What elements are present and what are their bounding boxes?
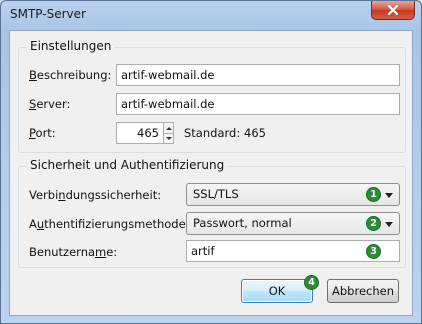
settings-legend: Einstellungen — [27, 39, 115, 53]
port-input[interactable]: 465 — [116, 122, 164, 144]
dialog-content: Einstellungen Beschreibung: artif-webmai… — [9, 30, 413, 316]
username-label: Benutzername: — [29, 245, 118, 259]
security-group: Sicherheit und Authentifizierung Verbind… — [18, 158, 406, 268]
standard-label: Standard: — [184, 126, 241, 140]
settings-group: Einstellungen Beschreibung: artif-webmai… — [18, 39, 406, 153]
spin-down-button[interactable] — [164, 133, 173, 143]
server-label: Server: — [29, 97, 71, 111]
auth-method-value: Passwort, normal — [193, 216, 292, 230]
window-title: SMTP-Server — [10, 7, 86, 21]
title-bar[interactable]: SMTP-Server — [1, 1, 421, 29]
chevron-down-icon — [165, 137, 172, 140]
security-legend: Sicherheit und Authentifizierung — [27, 158, 228, 172]
port-label: Port: — [29, 126, 56, 140]
close-button[interactable] — [371, 1, 415, 20]
spin-up-button[interactable] — [164, 123, 173, 133]
close-icon — [387, 4, 399, 16]
standard-port-value: 465 — [244, 126, 266, 140]
dialog-window: SMTP-Server Einstellungen Beschreibung: … — [0, 0, 422, 324]
chevron-down-icon — [385, 193, 393, 198]
description-input[interactable]: artif-webmail.de — [116, 64, 400, 86]
auth-method-label: Authentifizierungsmethode: — [29, 217, 190, 231]
port-spinner[interactable] — [163, 122, 174, 144]
connection-security-label: Verbindungssicherheit: — [29, 188, 162, 202]
chevron-up-icon — [165, 126, 172, 130]
description-label: Beschreibung: — [29, 68, 112, 82]
connection-security-value: SSL/TLS — [193, 187, 239, 201]
ok-button[interactable]: OK — [241, 279, 313, 303]
cancel-button[interactable]: Abbrechen — [327, 279, 399, 303]
chevron-down-icon — [385, 222, 393, 227]
step-badge-1: 1 — [366, 187, 381, 202]
step-badge-4: 4 — [304, 275, 319, 290]
server-input[interactable]: artif-webmail.de — [116, 93, 400, 115]
step-badge-2: 2 — [366, 216, 381, 231]
step-badge-3: 3 — [366, 244, 381, 259]
